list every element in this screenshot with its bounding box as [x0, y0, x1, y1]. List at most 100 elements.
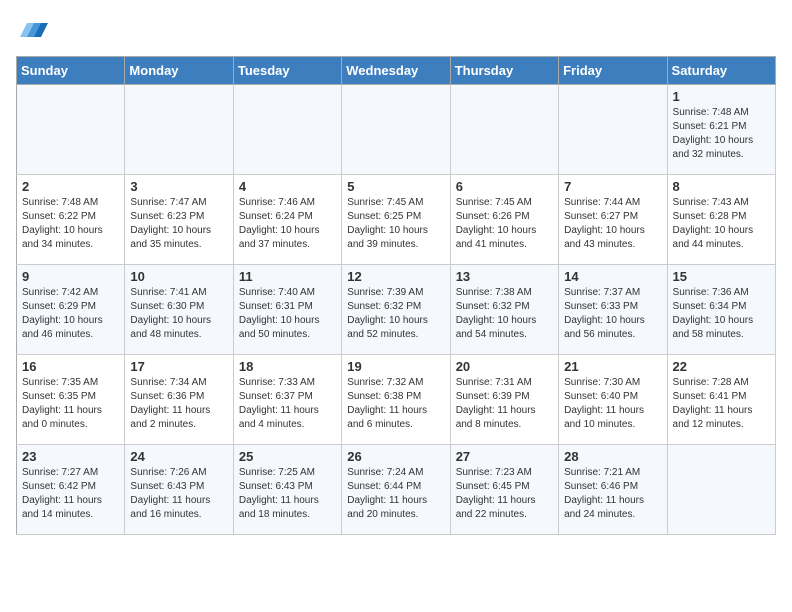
- day-info: Sunrise: 7:37 AM Sunset: 6:33 PM Dayligh…: [564, 286, 661, 342]
- day-info: Sunrise: 7:41 AM Sunset: 6:30 PM Dayligh…: [130, 286, 227, 342]
- calendar-table: SundayMondayTuesdayWednesdayThursdayFrid…: [16, 56, 776, 535]
- calendar-cell: 21 Sunrise: 7:30 AM Sunset: 6:40 PM Dayli…: [559, 355, 667, 445]
- calendar-cell: 8 Sunrise: 7:43 AM Sunset: 6:28 PM Daylig…: [667, 175, 775, 265]
- day-number: 28: [564, 449, 661, 464]
- day-number: 12: [347, 269, 444, 284]
- calendar-cell: [342, 85, 450, 175]
- calendar-cell: 3 Sunrise: 7:47 AM Sunset: 6:23 PM Daylig…: [125, 175, 233, 265]
- calendar-cell: 14Sunrise: 7:37 AM Sunset: 6:33 PM Dayli…: [559, 265, 667, 355]
- day-info: Sunrise: 7:23 AM Sunset: 6:45 PM Dayligh…: [456, 466, 553, 522]
- day-info: Sunrise: 7:46 AM Sunset: 6:24 PM Dayligh…: [239, 196, 336, 252]
- calendar-header-row: SundayMondayTuesdayWednesdayThursdayFrid…: [17, 57, 776, 85]
- day-info: Sunrise: 7:26 AM Sunset: 6:43 PM Dayligh…: [130, 466, 227, 522]
- day-number: 2: [22, 179, 119, 194]
- calendar-cell: 1 Sunrise: 7:48 AM Sunset: 6:21 PM Daylig…: [667, 85, 775, 175]
- day-info: Sunrise: 7:43 AM Sunset: 6:28 PM Dayligh…: [673, 196, 770, 252]
- calendar-week-row: 23 Sunrise: 7:27 AM Sunset: 6:42 PM Dayli…: [17, 445, 776, 535]
- calendar-cell: 25 Sunrise: 7:25 AM Sunset: 6:43 PM Dayli…: [233, 445, 341, 535]
- day-info: Sunrise: 7:35 AM Sunset: 6:35 PM Dayligh…: [22, 376, 119, 432]
- day-info: Sunrise: 7:40 AM Sunset: 6:31 PM Dayligh…: [239, 286, 336, 342]
- calendar-cell: 11 Sunrise: 7:40 AM Sunset: 6:31 PM Dayli…: [233, 265, 341, 355]
- day-number: 16: [22, 359, 119, 374]
- day-number: 8: [673, 179, 770, 194]
- day-number: 27: [456, 449, 553, 464]
- day-number: 11: [239, 269, 336, 284]
- day-number: 23: [22, 449, 119, 464]
- col-header-wednesday: Wednesday: [342, 57, 450, 85]
- day-info: Sunrise: 7:34 AM Sunset: 6:36 PM Dayligh…: [130, 376, 227, 432]
- day-number: 21: [564, 359, 661, 374]
- day-info: Sunrise: 7:24 AM Sunset: 6:44 PM Dayligh…: [347, 466, 444, 522]
- calendar-cell: [667, 445, 775, 535]
- day-info: Sunrise: 7:30 AM Sunset: 6:40 PM Dayligh…: [564, 376, 661, 432]
- day-number: 10: [130, 269, 227, 284]
- calendar-cell: 18 Sunrise: 7:33 AM Sunset: 6:37 PM Dayli…: [233, 355, 341, 445]
- calendar-cell: [17, 85, 125, 175]
- day-info: Sunrise: 7:27 AM Sunset: 6:42 PM Dayligh…: [22, 466, 119, 522]
- calendar-cell: 23 Sunrise: 7:27 AM Sunset: 6:42 PM Dayli…: [17, 445, 125, 535]
- calendar-cell: 27 Sunrise: 7:23 AM Sunset: 6:45 PM Dayli…: [450, 445, 558, 535]
- day-info: Sunrise: 7:39 AM Sunset: 6:32 PM Dayligh…: [347, 286, 444, 342]
- day-number: 24: [130, 449, 227, 464]
- calendar-week-row: 9 Sunrise: 7:42 AM Sunset: 6:29 PM Daylig…: [17, 265, 776, 355]
- calendar-week-row: 1 Sunrise: 7:48 AM Sunset: 6:21 PM Daylig…: [17, 85, 776, 175]
- col-header-tuesday: Tuesday: [233, 57, 341, 85]
- calendar-cell: 26 Sunrise: 7:24 AM Sunset: 6:44 PM Dayli…: [342, 445, 450, 535]
- day-number: 3: [130, 179, 227, 194]
- day-number: 15: [673, 269, 770, 284]
- day-info: Sunrise: 7:33 AM Sunset: 6:37 PM Dayligh…: [239, 376, 336, 432]
- day-info: Sunrise: 7:45 AM Sunset: 6:25 PM Dayligh…: [347, 196, 444, 252]
- col-header-thursday: Thursday: [450, 57, 558, 85]
- day-number: 17: [130, 359, 227, 374]
- calendar-cell: 6 Sunrise: 7:45 AM Sunset: 6:26 PM Daylig…: [450, 175, 558, 265]
- calendar-cell: [559, 85, 667, 175]
- col-header-monday: Monday: [125, 57, 233, 85]
- day-info: Sunrise: 7:32 AM Sunset: 6:38 PM Dayligh…: [347, 376, 444, 432]
- calendar-cell: 12 Sunrise: 7:39 AM Sunset: 6:32 PM Dayli…: [342, 265, 450, 355]
- calendar-cell: 19 Sunrise: 7:32 AM Sunset: 6:38 PM Dayli…: [342, 355, 450, 445]
- day-info: Sunrise: 7:21 AM Sunset: 6:46 PM Dayligh…: [564, 466, 661, 522]
- day-number: 22: [673, 359, 770, 374]
- day-number: 18: [239, 359, 336, 374]
- calendar-cell: [450, 85, 558, 175]
- day-info: Sunrise: 7:48 AM Sunset: 6:21 PM Dayligh…: [673, 106, 770, 162]
- day-number: 7: [564, 179, 661, 194]
- day-number: 20: [456, 359, 553, 374]
- calendar-cell: 24 Sunrise: 7:26 AM Sunset: 6:43 PM Dayli…: [125, 445, 233, 535]
- logo: [16, 16, 48, 44]
- day-number: 1: [673, 89, 770, 104]
- calendar-cell: 4 Sunrise: 7:46 AM Sunset: 6:24 PM Daylig…: [233, 175, 341, 265]
- day-number: 4: [239, 179, 336, 194]
- calendar-cell: [125, 85, 233, 175]
- calendar-cell: 13 Sunrise: 7:38 AM Sunset: 6:32 PM Dayli…: [450, 265, 558, 355]
- day-info: Sunrise: 7:42 AM Sunset: 6:29 PM Dayligh…: [22, 286, 119, 342]
- calendar-cell: 16 Sunrise: 7:35 AM Sunset: 6:35 PM Dayli…: [17, 355, 125, 445]
- day-info: Sunrise: 7:25 AM Sunset: 6:43 PM Dayligh…: [239, 466, 336, 522]
- calendar-week-row: 16 Sunrise: 7:35 AM Sunset: 6:35 PM Dayli…: [17, 355, 776, 445]
- day-info: Sunrise: 7:45 AM Sunset: 6:26 PM Dayligh…: [456, 196, 553, 252]
- calendar-cell: 22Sunrise: 7:28 AM Sunset: 6:41 PM Dayli…: [667, 355, 775, 445]
- day-number: 9: [22, 269, 119, 284]
- calendar-cell: 7Sunrise: 7:44 AM Sunset: 6:27 PM Daylig…: [559, 175, 667, 265]
- col-header-saturday: Saturday: [667, 57, 775, 85]
- day-number: 5: [347, 179, 444, 194]
- calendar-cell: 15 Sunrise: 7:36 AM Sunset: 6:34 PM Dayli…: [667, 265, 775, 355]
- day-number: 25: [239, 449, 336, 464]
- calendar-cell: 9 Sunrise: 7:42 AM Sunset: 6:29 PM Daylig…: [17, 265, 125, 355]
- day-number: 26: [347, 449, 444, 464]
- day-info: Sunrise: 7:36 AM Sunset: 6:34 PM Dayligh…: [673, 286, 770, 342]
- col-header-sunday: Sunday: [17, 57, 125, 85]
- page-header: [16, 16, 776, 44]
- day-number: 6: [456, 179, 553, 194]
- calendar-cell: 2Sunrise: 7:48 AM Sunset: 6:22 PM Daylig…: [17, 175, 125, 265]
- calendar-week-row: 2Sunrise: 7:48 AM Sunset: 6:22 PM Daylig…: [17, 175, 776, 265]
- calendar-cell: [233, 85, 341, 175]
- calendar-cell: 28 Sunrise: 7:21 AM Sunset: 6:46 PM Dayli…: [559, 445, 667, 535]
- day-number: 19: [347, 359, 444, 374]
- logo-icon: [20, 16, 48, 44]
- day-number: 13: [456, 269, 553, 284]
- day-info: Sunrise: 7:38 AM Sunset: 6:32 PM Dayligh…: [456, 286, 553, 342]
- calendar-cell: 17 Sunrise: 7:34 AM Sunset: 6:36 PM Dayli…: [125, 355, 233, 445]
- day-info: Sunrise: 7:47 AM Sunset: 6:23 PM Dayligh…: [130, 196, 227, 252]
- calendar-cell: 20Sunrise: 7:31 AM Sunset: 6:39 PM Dayli…: [450, 355, 558, 445]
